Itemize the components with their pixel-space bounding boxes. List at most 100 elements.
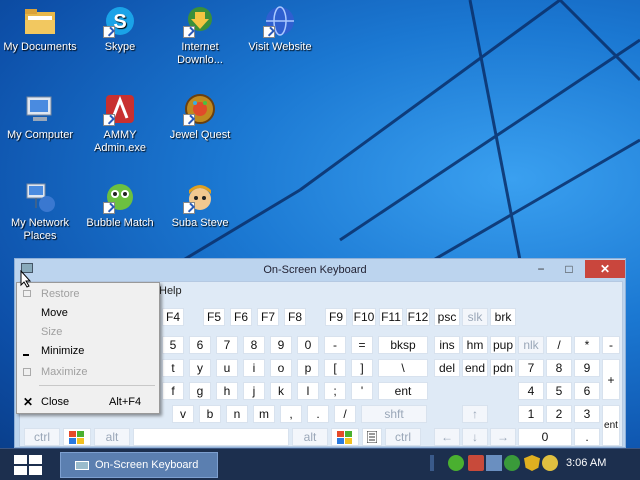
key-backslash[interactable]: \: [378, 359, 428, 377]
key-7[interactable]: 7: [216, 336, 238, 354]
key-num-divide[interactable]: /: [546, 336, 572, 354]
key-arrow-left[interactable]: ←: [434, 428, 460, 446]
key-space[interactable]: [133, 428, 289, 446]
key-8[interactable]: 8: [243, 336, 265, 354]
key-num-7[interactable]: 7: [518, 359, 544, 377]
key-numlock[interactable]: nlk: [518, 336, 544, 354]
key-f5[interactable]: F5: [203, 308, 225, 326]
desktop-icon-my-computer[interactable]: My Computer: [0, 92, 80, 142]
clock[interactable]: 3:06 AM: [566, 457, 606, 469]
taskbar-button-osk[interactable]: On-Screen Keyboard: [60, 452, 218, 478]
key-period[interactable]: .: [307, 405, 329, 423]
key-num-0[interactable]: 0: [518, 428, 572, 446]
key-b[interactable]: b: [199, 405, 221, 423]
key-home[interactable]: hm: [462, 336, 488, 354]
key-windows-left[interactable]: [63, 428, 91, 446]
key-slk[interactable]: slk: [462, 308, 488, 326]
key-l[interactable]: l: [297, 382, 319, 400]
key-f6[interactable]: F6: [230, 308, 252, 326]
menu-item-restore[interactable]: Restore: [17, 285, 159, 304]
key-delete[interactable]: del: [434, 359, 460, 377]
desktop-icon-internet-download-manager[interactable]: Internet Downlo...: [160, 4, 240, 67]
key-num-8[interactable]: 8: [546, 359, 572, 377]
volume-tray-icon[interactable]: [542, 455, 558, 471]
key-arrow-right[interactable]: →: [490, 428, 516, 446]
tray-expander-icon[interactable]: [430, 455, 434, 471]
key-t[interactable]: t: [162, 359, 184, 377]
key-num-minus[interactable]: -: [602, 336, 620, 354]
key-o[interactable]: o: [270, 359, 292, 377]
app-tray-icon[interactable]: [468, 455, 484, 471]
key-f4[interactable]: F4: [162, 308, 184, 326]
key-5[interactable]: 5: [162, 336, 184, 354]
key-num-multiply[interactable]: *: [574, 336, 600, 354]
key-backspace[interactable]: bksp: [378, 336, 428, 354]
menu-help[interactable]: Help: [159, 285, 182, 297]
key-num-plus[interactable]: +: [602, 359, 620, 400]
menu-item-close[interactable]: ✕ Close Alt+F4: [17, 393, 159, 412]
key-num-enter[interactable]: ent: [602, 405, 620, 446]
key-alt-right[interactable]: alt: [292, 428, 328, 446]
maximize-button[interactable]: □: [555, 260, 583, 278]
desktop-icon-jewel-quest[interactable]: Jewel Quest: [160, 92, 240, 142]
key-insert[interactable]: ins: [434, 336, 460, 354]
key-quote[interactable]: ': [351, 382, 373, 400]
key-f[interactable]: f: [162, 382, 184, 400]
key-h[interactable]: h: [216, 382, 238, 400]
key-alt-left[interactable]: alt: [94, 428, 130, 446]
key-psc[interactable]: psc: [434, 308, 460, 326]
key-end[interactable]: end: [462, 359, 488, 377]
key-num-decimal[interactable]: .: [574, 428, 600, 446]
key-y[interactable]: y: [189, 359, 211, 377]
close-button[interactable]: ✕: [585, 260, 625, 278]
key-num-4[interactable]: 4: [518, 382, 544, 400]
key-comma[interactable]: ,: [280, 405, 302, 423]
desktop-icon-suba-steve[interactable]: Suba Steve: [160, 180, 240, 230]
key-9[interactable]: 9: [270, 336, 292, 354]
desktop-icon-visit-website[interactable]: Visit Website: [240, 4, 320, 54]
desktop-icon-bubble-match[interactable]: Bubble Match: [80, 180, 160, 230]
key-menu[interactable]: [362, 428, 382, 446]
key-num-2[interactable]: 2: [546, 405, 572, 423]
key-num-1[interactable]: 1: [518, 405, 544, 423]
shield-icon[interactable]: [524, 455, 540, 471]
key-k[interactable]: k: [270, 382, 292, 400]
desktop-icon-my-network-places[interactable]: My Network Places: [0, 180, 80, 243]
key-left-bracket[interactable]: [: [324, 359, 346, 377]
network-tray-icon[interactable]: [448, 455, 464, 471]
menu-item-move[interactable]: Move: [17, 304, 159, 323]
key-i[interactable]: i: [243, 359, 265, 377]
key-f8[interactable]: F8: [284, 308, 306, 326]
key-g[interactable]: g: [189, 382, 211, 400]
key-semicolon[interactable]: ;: [324, 382, 346, 400]
key-page-up[interactable]: pup: [490, 336, 516, 354]
key-m[interactable]: m: [253, 405, 275, 423]
key-ctrl-right[interactable]: ctrl: [385, 428, 421, 446]
sync-tray-icon[interactable]: [504, 455, 520, 471]
key-equals[interactable]: =: [351, 336, 373, 354]
start-button[interactable]: [10, 453, 46, 477]
key-0[interactable]: 0: [297, 336, 319, 354]
key-6[interactable]: 6: [189, 336, 211, 354]
key-slash[interactable]: /: [334, 405, 356, 423]
key-f7[interactable]: F7: [257, 308, 279, 326]
key-f10[interactable]: F10: [352, 308, 376, 326]
key-windows-right[interactable]: [331, 428, 359, 446]
menu-item-size[interactable]: Size: [17, 323, 159, 342]
desktop-icon-my-documents[interactable]: My Documents: [0, 4, 80, 54]
key-j[interactable]: j: [243, 382, 265, 400]
key-n[interactable]: n: [226, 405, 248, 423]
key-v[interactable]: v: [172, 405, 194, 423]
key-shift[interactable]: shft: [361, 405, 427, 423]
key-num-6[interactable]: 6: [574, 382, 600, 400]
minimize-button[interactable]: −: [527, 260, 555, 278]
menu-item-maximize[interactable]: Maximize: [17, 363, 159, 382]
key-num-3[interactable]: 3: [574, 405, 600, 423]
key-page-down[interactable]: pdn: [490, 359, 516, 377]
key-arrow-down[interactable]: ↓: [462, 428, 488, 446]
display-tray-icon[interactable]: [486, 455, 502, 471]
key-brk[interactable]: brk: [490, 308, 516, 326]
key-arrow-up[interactable]: ↑: [462, 405, 488, 423]
menu-item-minimize[interactable]: Minimize: [17, 342, 159, 361]
key-right-bracket[interactable]: ]: [351, 359, 373, 377]
